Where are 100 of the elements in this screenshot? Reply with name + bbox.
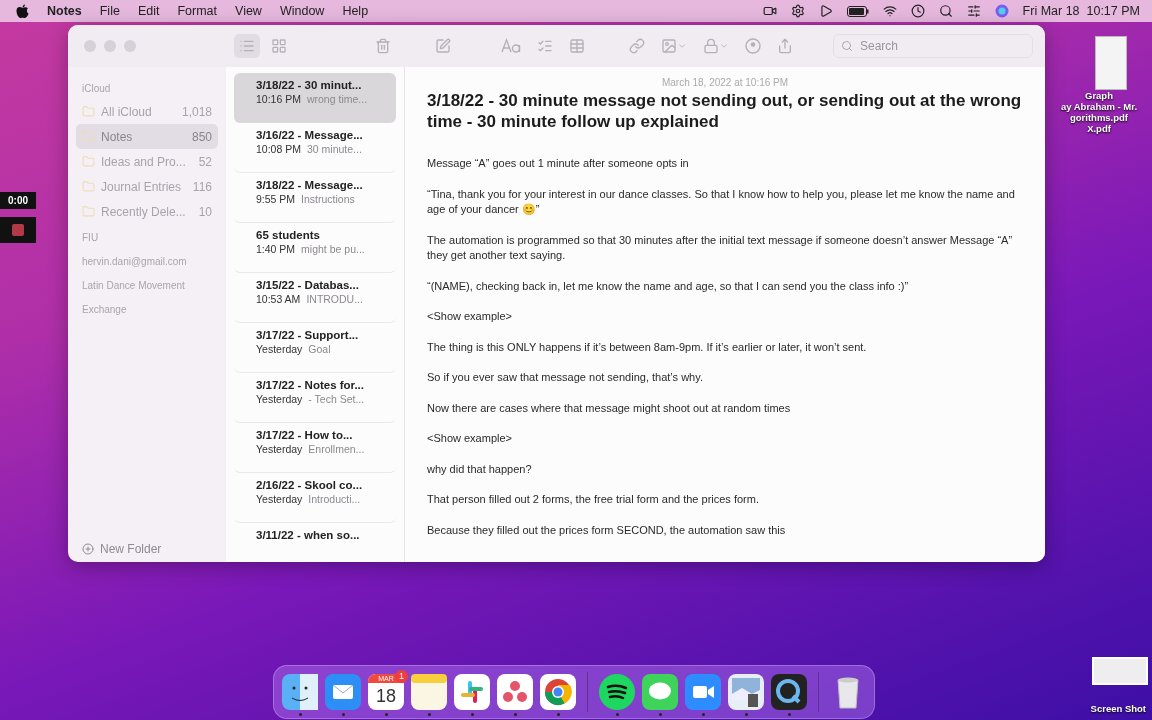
video-camera-icon[interactable] — [762, 4, 777, 18]
folder-count: 850 — [191, 129, 212, 144]
screenshot-thumbnail[interactable] — [1092, 657, 1148, 685]
note-item[interactable]: 3/17/22 - How to... Yesterday Enrollmen... — [234, 423, 396, 473]
note-heading: 3/18/22 - 30 minute message not sending out, or sending out at the wrong time - 30 minute follow up explained — [427, 90, 1023, 132]
menu-item[interactable]: View — [235, 4, 262, 18]
quicktime-icon[interactable] — [771, 674, 807, 710]
note-title: 3/16/22 - Message... — [256, 129, 364, 141]
folder-count: 116 — [192, 179, 212, 194]
note-title: 3/11/22 - when so... — [256, 529, 361, 541]
share-icon — [777, 38, 793, 54]
pencil-square-icon — [435, 38, 451, 54]
note-item[interactable]: 3/17/22 - Support... Yesterday Goal — [234, 323, 396, 373]
note-title: 3/18/22 - 30 minut... — [256, 79, 363, 91]
folder-name: Journal Entries — [101, 179, 182, 194]
file-label: Screen Shot — [1090, 703, 1146, 714]
note-item[interactable]: 3/15/22 - Databas... 10:53 AM INTRODU... — [234, 273, 396, 323]
note-preview: wrong time... — [306, 93, 368, 105]
apple-icon[interactable] — [16, 3, 29, 19]
folder-name: Ideas and Pro... — [101, 154, 186, 169]
note-paragraph: So if you ever saw that message not sending, that’s why. — [427, 370, 704, 385]
notes-icon[interactable] — [411, 674, 447, 710]
note-title: 3/17/22 - How to... — [256, 429, 354, 441]
search-icon[interactable] — [938, 4, 953, 18]
gear-icon[interactable] — [790, 4, 805, 18]
clock-icon[interactable] — [910, 4, 925, 18]
battery-icon[interactable] — [846, 5, 869, 17]
menu-item[interactable]: Format — [177, 4, 218, 18]
link-icon — [629, 38, 645, 54]
messages-icon[interactable] — [642, 674, 678, 710]
search-icon — [841, 40, 853, 52]
note-paragraph: The automation is programmed so that 30 minutes after the initial text message if someone doesn’t answer Message “A” they get another text saying. — [427, 232, 1014, 263]
note-item[interactable]: 2/16/22 - Skool co... Yesterday Introducti... — [234, 473, 396, 523]
note-paragraph: <Show example> — [427, 309, 513, 324]
finder-icon[interactable] — [282, 674, 318, 710]
note-item[interactable]: 65 students 1:40 PM might be pu... — [234, 223, 396, 273]
video-camera-icon[interactable] — [685, 674, 721, 710]
folder-name: All iCloud — [101, 104, 152, 119]
note-item[interactable]: 3/17/22 - Notes for... Yesterday - Tech Set... — [234, 373, 396, 423]
note-paragraph: “(NAME), checking back in, let me know the name and age, so that I can send you the class info :)” — [427, 278, 910, 294]
list-icon — [239, 38, 255, 54]
note-preview: Goal — [308, 343, 331, 355]
stop-button[interactable] — [0, 217, 36, 243]
wifi-icon[interactable] — [882, 4, 897, 18]
note-preview: Enrollmen... — [308, 443, 365, 455]
note-time: Yesterday — [256, 393, 303, 405]
note-time: 10:08 PM — [256, 143, 301, 155]
menu-item[interactable]: Help — [342, 4, 369, 18]
note-item[interactable]: 3/18/22 - 30 minut... 10:16 PM wrong time... — [234, 73, 396, 123]
file-label: X.pdf — [1087, 123, 1111, 134]
notification-badge: 1 — [395, 670, 408, 683]
caret-icon — [719, 41, 729, 51]
lock-icon — [703, 38, 719, 54]
menu-clock[interactable]: Fri Mar 18 10:17 PM — [1022, 4, 1140, 18]
note-time: 10:53 AM — [256, 293, 301, 305]
play-icon[interactable] — [818, 4, 833, 18]
app-menu[interactable]: Notes — [47, 4, 82, 18]
recording-timer: 0:00 — [0, 192, 36, 209]
search-field[interactable]: Search — [833, 34, 1033, 58]
note-paragraph: “Tina, thank you for your interest in our dance classes. So that I know how to help you, please let me know the name and age of your dancer 😊” — [427, 186, 1016, 217]
spotify-icon[interactable] — [599, 674, 635, 710]
file-label: Graph — [1085, 90, 1113, 101]
note-paragraph: <Show example> — [427, 431, 513, 446]
slack-icon[interactable] — [454, 674, 490, 710]
folder-count: 52 — [198, 154, 212, 169]
folder-count: 10 — [198, 204, 212, 219]
caret-icon — [677, 41, 687, 51]
menu-item[interactable]: Edit — [137, 4, 160, 18]
note-paragraph: Message “A” goes out 1 minute after someone opts in — [427, 156, 690, 171]
menu-item[interactable]: Window — [279, 4, 325, 18]
preview-icon[interactable] — [728, 674, 764, 710]
menu-item[interactable]: File — [99, 4, 120, 18]
table-icon — [569, 38, 585, 54]
note-time: 9:55 PM — [256, 193, 296, 205]
note-paragraph: why did that happen? — [427, 461, 533, 477]
note-item[interactable]: 3/11/22 - when so... — [234, 523, 396, 562]
asana-icon[interactable] — [497, 674, 533, 710]
folder-icon — [82, 205, 95, 218]
mail-icon[interactable] — [325, 674, 361, 710]
control-center-icon[interactable] — [966, 4, 981, 18]
note-paragraph: The thing is this ONLY happens if it’s between 8am-9pm. If it’s earlier or later, it won’t sent. — [427, 339, 868, 355]
note-time: Yesterday — [256, 343, 303, 355]
file-label: ay Abraham - Mr. — [1060, 101, 1138, 112]
note-preview: - Tech Set... — [308, 393, 365, 405]
image-icon — [661, 38, 677, 54]
note-time: Yesterday — [256, 443, 303, 455]
chrome-icon[interactable] — [540, 674, 576, 710]
note-preview: Introducti... — [308, 493, 361, 505]
note-title: 3/17/22 - Notes for... — [256, 379, 365, 391]
note-item[interactable]: 3/18/22 - Message... 9:55 PM Instructions — [234, 173, 396, 223]
trash-icon — [375, 38, 391, 54]
note-title: 3/18/22 - Message... — [256, 179, 364, 191]
note-preview: 30 minute... — [306, 143, 362, 155]
text-format-icon — [501, 38, 521, 54]
grid-icon — [271, 38, 287, 54]
note-item[interactable]: 3/16/22 - Message... 10:08 PM 30 minute... — [234, 123, 396, 173]
folder-icon — [82, 180, 95, 193]
note-preview: INTRODU... — [306, 293, 363, 305]
orb-icon[interactable] — [994, 4, 1009, 18]
note-title: 65 students — [256, 229, 321, 241]
